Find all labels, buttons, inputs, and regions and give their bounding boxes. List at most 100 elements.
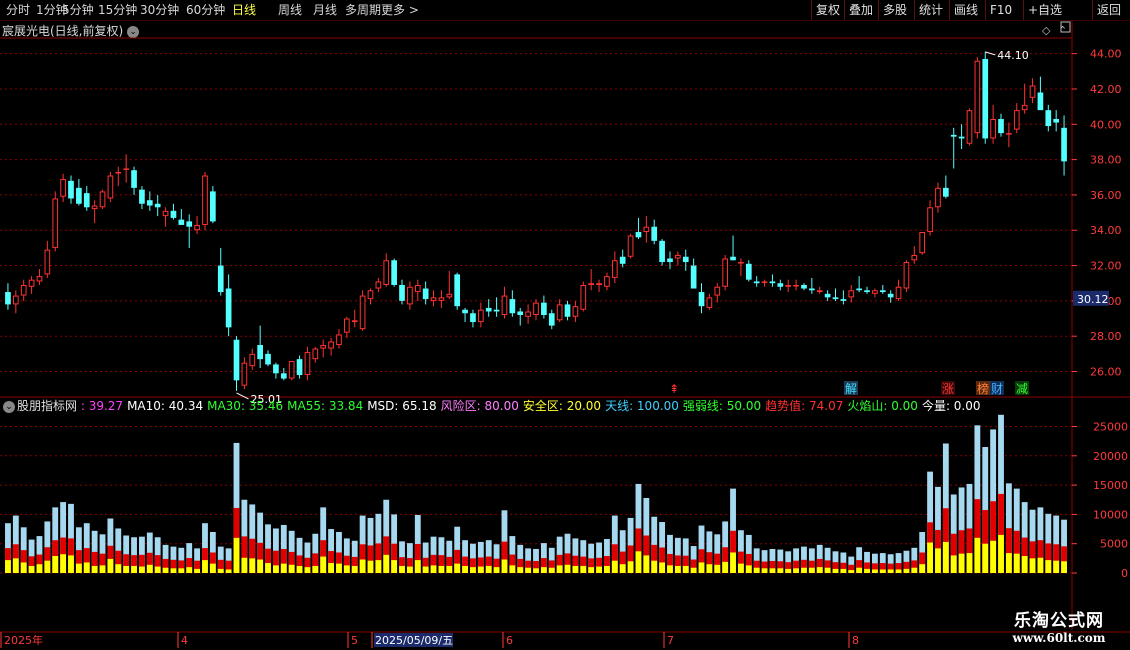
price-tick-label: 38.00: [1090, 154, 1122, 167]
candle-body: [60, 179, 66, 197]
volume-bar-low: [682, 565, 689, 573]
candle-body: [28, 279, 35, 287]
candle-body: [525, 311, 531, 317]
date-label: 6: [506, 634, 513, 647]
volume-bar-low: [446, 565, 453, 573]
volume-bar-low: [879, 569, 886, 573]
candle-body: [12, 295, 19, 305]
volume-bar-low: [493, 567, 500, 573]
candle-body: [36, 276, 43, 282]
price-tick-label: 26.00: [1090, 366, 1122, 379]
candle-body: [202, 175, 208, 225]
volume-bar-low: [871, 569, 878, 573]
candle-body: [785, 284, 792, 287]
candle-body: [509, 299, 516, 314]
candle-body: [501, 295, 508, 316]
candle-body: [635, 232, 642, 238]
candle-body: [493, 309, 500, 312]
volume-bar-low: [265, 563, 271, 573]
candle-body: [533, 302, 539, 316]
price-tick-label: 40.00: [1090, 118, 1122, 131]
candle-body: [249, 353, 256, 367]
date-label: 4: [181, 634, 188, 647]
candle-body: [982, 58, 989, 139]
candle-body: [304, 352, 311, 376]
candle-body: [462, 309, 468, 314]
volume-bar-low: [903, 568, 910, 573]
volume-bar-low: [793, 568, 800, 573]
candle-body: [178, 219, 185, 225]
volume-bar-low: [367, 560, 374, 573]
volume-bar-low: [974, 537, 981, 573]
candle-body: [391, 260, 397, 285]
volume-bar-low: [186, 567, 193, 573]
volume-bar-low: [5, 560, 11, 573]
candle-body: [714, 286, 721, 296]
volume-bar-low: [28, 565, 35, 573]
volume-bar-low: [674, 565, 681, 573]
candle-body: [5, 292, 11, 305]
candle-body: [414, 284, 421, 293]
indicator-menu-icon[interactable]: ⌄: [3, 400, 15, 413]
kline-chart[interactable]: 44.0042.0040.0038.0036.0034.0032.0030.00…: [0, 0, 1130, 650]
volume-bar-low: [887, 569, 894, 573]
volume-bar-low: [604, 565, 610, 573]
volume-tick-label: 0: [1121, 567, 1128, 580]
volume-bar-low: [935, 548, 941, 573]
candle-body: [659, 240, 665, 263]
volume-bar-low: [438, 565, 445, 573]
volume-bar-low: [501, 559, 508, 573]
volume-bar-low: [1029, 558, 1036, 573]
volume-bar-low: [966, 553, 973, 573]
candle-body: [872, 290, 878, 294]
candle-body: [1029, 85, 1036, 98]
candle-body: [667, 258, 673, 263]
volume-bar-low: [745, 565, 752, 573]
diamond-icon: ◇: [1042, 24, 1051, 37]
volume-bar-low: [328, 563, 334, 573]
volume-bar-low: [414, 560, 421, 573]
volume-bar-low: [769, 568, 776, 573]
volume-bar-low: [115, 564, 122, 573]
indicator-value-10: 火焰山: 0.00: [847, 399, 918, 413]
volume-bar-low: [840, 568, 847, 573]
candle-body: [217, 265, 224, 293]
candle-body: [99, 191, 106, 208]
volume-bar-low: [564, 564, 571, 573]
price-tick-label: 42.00: [1090, 83, 1122, 96]
volume-bar-low: [730, 552, 736, 573]
chevron-up-icon: ⌃: [1058, 24, 1067, 37]
candle-body: [344, 318, 350, 333]
candle-body: [974, 60, 981, 134]
signal-marker: 榜: [977, 381, 989, 396]
indicator-name[interactable]: 股朋指标网: [17, 399, 77, 413]
price-tick-label: 34.00: [1090, 224, 1122, 237]
volume-bar-low: [824, 567, 831, 573]
volume-bar-low: [343, 565, 350, 573]
candle-body: [288, 360, 295, 379]
volume-tick-label: 10000: [1093, 508, 1128, 521]
candle-body: [927, 207, 933, 233]
volume-bar-low: [399, 565, 405, 573]
candle-body: [675, 254, 681, 259]
candle-body: [407, 286, 413, 305]
volume-bar-low: [107, 558, 114, 573]
volume-bar-low: [462, 565, 468, 573]
candle-body: [139, 189, 145, 204]
volume-bar-low: [982, 543, 989, 573]
volume-bar-low: [131, 565, 137, 573]
watermark: 乐淘公式网 www.60lt.com: [994, 606, 1124, 645]
candle-body: [722, 258, 728, 287]
volume-bar-low: [540, 567, 547, 573]
volume-bar-low: [194, 568, 201, 573]
candle-body: [68, 180, 74, 199]
volume-bar-low: [848, 570, 855, 573]
candle-body: [856, 288, 862, 291]
candle-body: [1006, 133, 1012, 135]
candle-body: [1061, 127, 1067, 162]
candle-body: [848, 290, 855, 298]
volume-bar-low: [738, 563, 744, 573]
candle-body: [556, 304, 563, 321]
candle-body: [1045, 110, 1052, 127]
date-label: 7: [667, 634, 674, 647]
